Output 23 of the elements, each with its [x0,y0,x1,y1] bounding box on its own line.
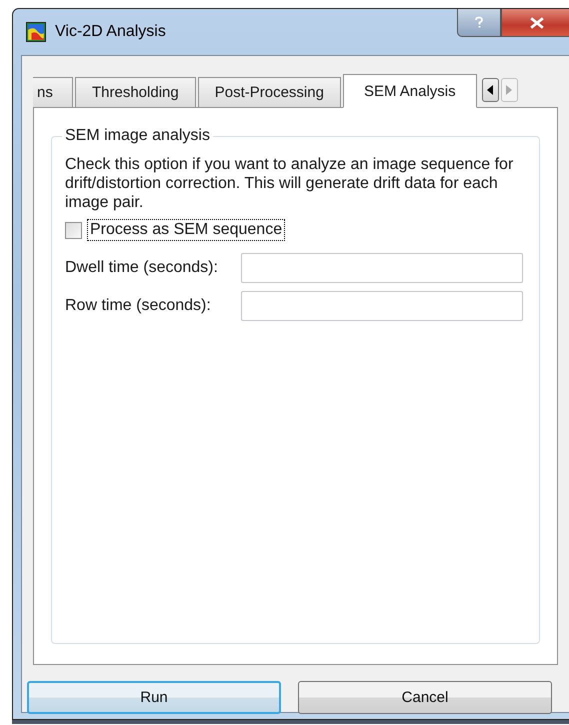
input-field[interactable] [241,253,523,283]
checkbox-label[interactable]: Process as SEM sequence [87,219,286,241]
tab[interactable]: ns [33,77,73,107]
field-label: Dwell time (seconds): [65,259,219,277]
field-label: Row time (seconds): [65,297,212,315]
run-button[interactable]: Run [27,681,281,714]
app-icon [26,22,46,42]
help-button[interactable] [457,9,501,37]
close-button[interactable] [501,9,569,37]
group-title: SEM image analysis [62,127,213,145]
scroll-left-button[interactable] [482,78,499,102]
left-arrow-icon [487,85,494,95]
close-icon [530,16,544,28]
tab[interactable]: SEM Analysis [342,74,477,108]
cancel-button[interactable]: Cancel [298,681,552,714]
input-field[interactable] [241,291,523,321]
tab[interactable]: Post-Processing [198,77,341,107]
help-icon [474,16,484,29]
description-text: Check this option if you want to analyze an image sequence for drift/distortion correction. This will generate drift data for each image pair. [65,155,514,212]
right-arrow-icon [506,85,512,95]
tab[interactable]: Thresholding [75,77,196,107]
checkbox[interactable] [65,222,82,238]
window-title: Vic-2D Analysis [55,23,166,41]
